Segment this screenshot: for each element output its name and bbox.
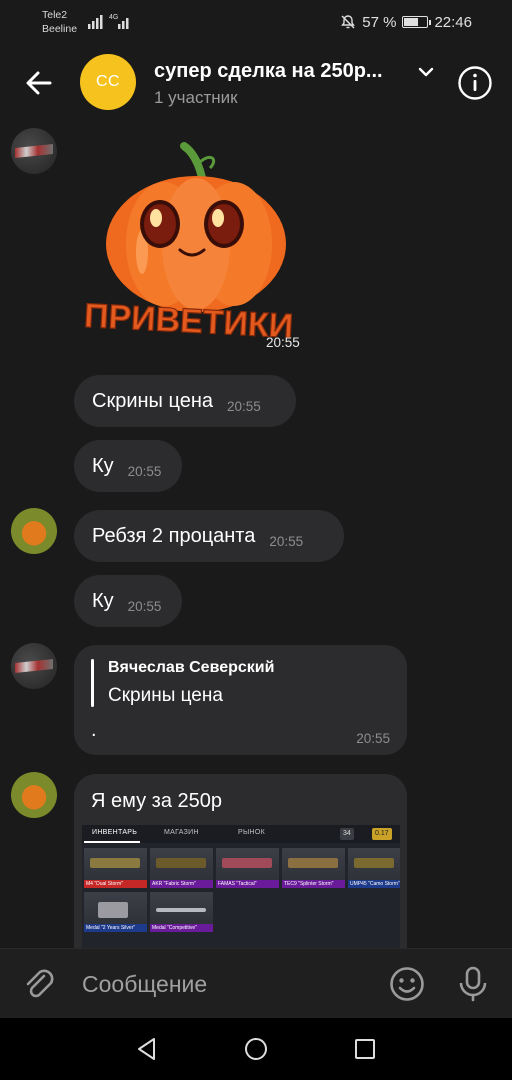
item-card: M4 "Dual Storm" (84, 848, 147, 888)
nav-back-icon[interactable] (134, 1036, 160, 1062)
item-card: UMP45 "Camo Storm" (348, 848, 400, 888)
item-card: AKR "Fabric Storm" (150, 848, 213, 888)
image-message-bubble[interactable]: Я ему за 250р ИНВЕНТАРЬ МАГАЗИН РЫНОК 34… (74, 774, 407, 954)
screenshot-chip: 34 (340, 828, 354, 840)
item-name: Medal "2 Years Silver" (84, 924, 147, 932)
reply-message-bubble[interactable]: Вячеслав Северский Скрины цена . 20:55 (74, 645, 407, 755)
screenshot-tab: ИНВЕНТАРЬ (92, 829, 138, 836)
info-icon[interactable] (456, 64, 494, 102)
nav-home-icon[interactable] (243, 1036, 269, 1062)
carrier-names: Tele2 Beeline (42, 8, 77, 36)
message-time: 20:55 (127, 598, 162, 614)
message-text: Ку (92, 589, 114, 612)
inventory-screenshot[interactable]: ИНВЕНТАРЬ МАГАЗИН РЫНОК 34 0.17 M4 "Dual… (82, 825, 400, 949)
screenshot-tab: МАГАЗИН (164, 829, 199, 836)
chat-title[interactable]: супер сделка на 250р... (154, 60, 410, 83)
reply-quote-text: Скрины цена (108, 685, 223, 706)
message-text: Скрины цена (92, 389, 213, 412)
message-time: 20:55 (269, 533, 304, 549)
carrier-2: Beeline (42, 23, 78, 35)
screenshot-tab: РЫНОК (238, 829, 265, 836)
item-card: Medal "2 Years Silver" (84, 892, 147, 932)
message-time: 20:55 (266, 335, 300, 350)
message-bubble[interactable]: Ребзя 2 процанта 20:55 (74, 510, 344, 562)
attach-icon[interactable] (22, 967, 56, 1001)
message-text: . (91, 719, 97, 741)
item-name: M4 "Dual Storm" (84, 880, 147, 888)
item-card: TEC9 "Splinter Storm" (282, 848, 345, 888)
message-composer: Сообщение (0, 948, 512, 1018)
status-right: 57 % 22:46 (340, 12, 472, 32)
system-nav-bar (0, 1018, 512, 1080)
sender-avatar[interactable] (11, 772, 57, 818)
status-bar: Tele2 Beeline 4G 57 % 22:46 (0, 0, 512, 44)
signal-icon: 4G (88, 14, 129, 29)
chevron-down-icon[interactable] (416, 64, 436, 80)
message-time: 20:55 (127, 463, 162, 479)
sticker-caption: ПРИВЕТИКИ (84, 297, 294, 346)
carrier-1: Tele2 (42, 9, 68, 21)
quote-bar (91, 659, 94, 707)
mute-icon (341, 15, 356, 29)
back-arrow-icon[interactable] (20, 64, 58, 102)
battery-icon (402, 16, 432, 28)
message-time: 20:55 (356, 731, 390, 746)
sender-avatar[interactable] (11, 643, 57, 689)
battery-percent: 57 % (362, 13, 397, 31)
message-text: Я ему за 250р (91, 790, 222, 812)
reply-author: Вячеслав Северский (108, 659, 275, 676)
message-bubble[interactable]: Ку 20:55 (74, 575, 182, 627)
avatar-initials: СС (95, 73, 121, 90)
chat-header: СС супер сделка на 250р... 1 участник (0, 44, 512, 122)
item-name: Medal "Competitive" (150, 924, 213, 932)
sender-avatar[interactable] (11, 508, 57, 554)
message-text: Ребзя 2 процанта (92, 524, 256, 547)
emoji-icon[interactable] (388, 965, 426, 1003)
nav-recents-icon[interactable] (352, 1036, 378, 1062)
message-input[interactable]: Сообщение (82, 971, 207, 998)
item-name: AKR "Fabric Storm" (150, 880, 213, 888)
chat-participants: 1 участник (154, 88, 238, 107)
clock: 22:46 (434, 13, 472, 31)
item-name: FAMAS "Tactical" (216, 880, 279, 888)
microphone-icon[interactable] (456, 965, 490, 1003)
message-text: Ку (92, 454, 114, 477)
message-bubble[interactable]: Скрины цена 20:55 (74, 375, 296, 427)
item-name: UMP45 "Camo Storm" (348, 880, 400, 888)
network-type: 4G (109, 14, 118, 21)
message-time: 20:55 (227, 398, 261, 414)
screenshot-chip: 0.17 (372, 828, 392, 840)
message-bubble[interactable]: Ку 20:55 (74, 440, 182, 492)
item-name: TEC9 "Splinter Storm" (282, 880, 345, 888)
item-card: Medal "Competitive" (150, 892, 213, 932)
screenshot-tabs: ИНВЕНТАРЬ МАГАЗИН РЫНОК 34 0.17 (82, 825, 400, 843)
chat-avatar[interactable]: СС (80, 54, 136, 110)
sender-avatar[interactable] (11, 128, 57, 174)
item-card: FAMAS "Tactical" (216, 848, 279, 888)
pumpkin-sticker[interactable]: ПРИВЕТИКИ (84, 132, 314, 354)
